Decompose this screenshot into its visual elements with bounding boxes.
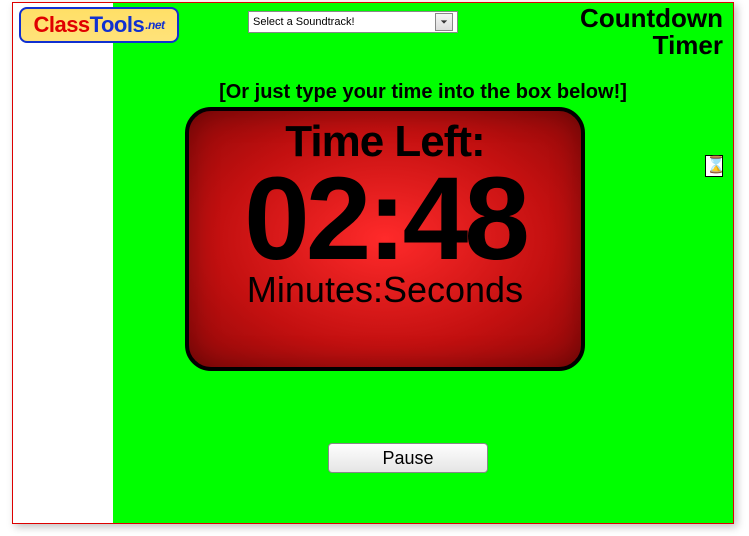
left-margin — [13, 3, 113, 523]
app-title: Countdown Timer — [580, 5, 723, 60]
soundtrack-placeholder: Select a Soundtrack! — [253, 16, 355, 28]
app-title-line1: Countdown — [580, 5, 723, 32]
timer-units: Minutes:Seconds — [189, 269, 581, 311]
hourglass-icon: ⌛ — [705, 155, 723, 177]
stage: Select a Soundtrack! Countdown Timer [Or… — [113, 3, 733, 523]
pause-button[interactable]: Pause — [328, 443, 488, 473]
logo-part2: Tools — [90, 12, 145, 38]
logo-suffix: .net — [145, 18, 164, 32]
classtools-logo[interactable]: ClassTools.net — [19, 7, 179, 43]
app-title-line2: Timer — [580, 32, 723, 59]
instruction-text: [Or just type your time into the box bel… — [113, 81, 733, 104]
timer-value: 02:48 — [189, 163, 581, 275]
chevron-down-icon — [435, 13, 453, 31]
app-window: Select a Soundtrack! Countdown Timer [Or… — [12, 2, 734, 524]
soundtrack-select[interactable]: Select a Soundtrack! — [248, 11, 458, 33]
logo-part1: Class — [33, 12, 89, 38]
timer-display[interactable]: Time Left: 02:48 Minutes:Seconds — [185, 107, 585, 371]
